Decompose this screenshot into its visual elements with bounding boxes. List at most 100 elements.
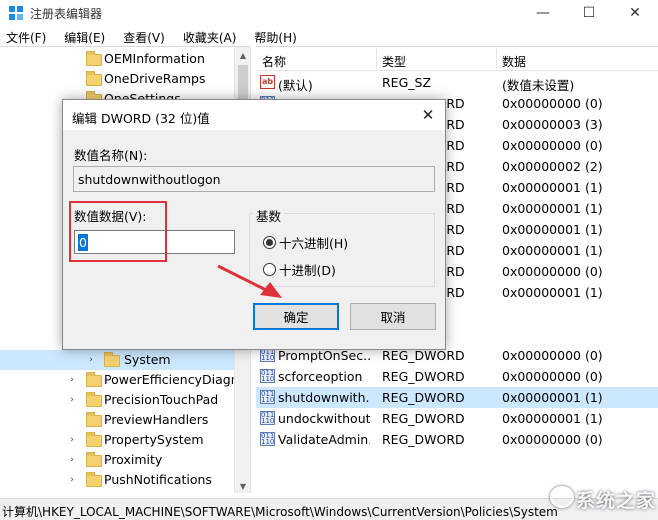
value-data: 0x00000000 (0) <box>502 348 603 363</box>
radio-decimal[interactable]: 十进制(D) <box>263 260 336 279</box>
registry-path: 计算机\HKEY_LOCAL_MACHINE\SOFTWARE\Microsof… <box>2 505 558 519</box>
tree-item[interactable]: OEMInformation <box>0 49 234 69</box>
value-data: (数值未设置) <box>502 78 575 93</box>
base-label: 基数 <box>253 206 285 225</box>
menu-favorites[interactable]: 收藏夹(A) <box>177 26 243 46</box>
value-data: 0x00000001 (1) <box>502 222 603 237</box>
value-data: 0x00000001 (1) <box>502 243 603 258</box>
value-data: 0x00000000 (0) <box>502 369 603 384</box>
tree-item[interactable]: › PropertySystem <box>0 430 234 450</box>
radio-dec-label: 十进制(D) <box>279 263 336 278</box>
tree-item[interactable]: › Proximity <box>0 450 234 470</box>
value-type: REG_DWORD <box>382 432 465 447</box>
chevron-right-icon[interactable]: › <box>67 470 77 490</box>
value-data: 0x00000001 (1) <box>502 180 603 195</box>
watermark-text: 系统之家 <box>576 490 657 512</box>
tree-item[interactable]: › PushNotifications <box>0 470 234 490</box>
folder-icon <box>104 352 120 367</box>
value-data: 0x00000001 (1) <box>502 201 603 216</box>
value-data: 0x00000000 (0) <box>502 264 603 279</box>
chevron-right-icon[interactable]: › <box>86 350 96 370</box>
folder-icon <box>86 51 102 66</box>
title-bar: 注册表编辑器 — ☐ ✕ <box>0 0 658 26</box>
chevron-right-icon[interactable]: › <box>67 450 77 470</box>
string-value-icon: ab <box>260 75 275 89</box>
tree-item[interactable]: OneDriveRamps <box>0 69 234 89</box>
value-name: scforceoption <box>278 369 363 384</box>
dialog-close-icon[interactable]: ✕ <box>417 105 439 125</box>
value-name: PromptOnSec... <box>278 348 370 363</box>
watermark-icon <box>550 486 574 508</box>
folder-icon <box>86 392 102 407</box>
tree-item[interactable]: › PrecisionTouchPad <box>0 390 234 410</box>
folder-icon <box>86 452 102 467</box>
value-type: REG_SZ <box>382 75 432 90</box>
column-data-header[interactable]: 数据 <box>502 53 526 70</box>
tree-item-label: PreviewHandlers <box>104 412 209 427</box>
window-title: 注册表编辑器 <box>30 7 103 21</box>
value-row[interactable]: 011110undockwithout... REG_DWORD 0x0000000… <box>256 408 658 429</box>
value-type: REG_DWORD <box>382 369 465 384</box>
tree-item[interactable]: › PowerEfficiencyDiagnostics <box>0 370 250 390</box>
menu-file[interactable]: 文件(F) <box>0 26 52 46</box>
value-data: 0x00000002 (2) <box>502 159 603 174</box>
tree-item-system[interactable]: › System <box>0 350 234 370</box>
value-name-field: shutdownwithoutlogon <box>73 166 435 192</box>
value-data: 0x00000000 (0) <box>502 96 603 111</box>
value-row[interactable]: ab (默认) REG_SZ (数值未设置) <box>256 72 658 93</box>
radio-checked-icon[interactable] <box>263 236 276 249</box>
tree-item-label: Proximity <box>104 452 163 467</box>
folder-icon <box>86 432 102 447</box>
menu-help[interactable]: 帮助(H) <box>248 26 302 46</box>
annotation-highlight-box <box>69 201 167 262</box>
maximize-button[interactable]: ☐ <box>566 0 612 26</box>
tree-item[interactable]: PreviewHandlers <box>0 410 234 430</box>
tree-item-label: PushNotifications <box>104 472 212 487</box>
dword-value-icon: 011110 <box>260 348 275 362</box>
dword-value-icon: 011110 <box>260 432 275 446</box>
menu-bar: 文件(F) 编辑(E) 查看(V) 收藏夹(A) 帮助(H) <box>0 26 658 46</box>
folder-icon <box>86 71 102 86</box>
radio-hex[interactable]: 十六进制(H) <box>263 233 348 252</box>
chevron-right-icon[interactable]: › <box>67 370 77 390</box>
value-data: 0x00000001 (1) <box>502 390 603 405</box>
tree-item-label: OEMInformation <box>104 51 205 66</box>
value-data: 0x00000003 (3) <box>502 117 603 132</box>
folder-icon <box>86 412 102 427</box>
tree-item-label: PropertySystem <box>104 432 204 447</box>
value-data: 0x00000000 (0) <box>502 138 603 153</box>
dword-value-icon: 011110 <box>260 411 275 425</box>
tree-item-label: PrecisionTouchPad <box>104 392 219 407</box>
radio-unchecked-icon[interactable] <box>263 263 276 276</box>
value-name: (默认) <box>278 78 313 93</box>
tree-item-label: OneDriveRamps <box>104 71 206 86</box>
value-name: shutdownwith... <box>278 390 370 405</box>
cancel-button[interactable]: 取消 <box>350 303 436 330</box>
chevron-right-icon[interactable]: › <box>67 390 77 410</box>
folder-icon <box>86 372 102 387</box>
value-type: REG_DWORD <box>382 411 465 426</box>
radio-hex-label: 十六进制(H) <box>279 236 349 251</box>
ok-button[interactable]: 确定 <box>253 303 339 330</box>
close-button[interactable]: ✕ <box>612 0 658 26</box>
value-data: 0x00000000 (0) <box>502 432 603 447</box>
value-row[interactable]: 011 110 ValidateAdmin... REG_DWORD 0x0000000… <box>256 429 658 450</box>
registry-editor-icon <box>9 6 23 20</box>
tree-item-label: PowerEfficiencyDiagnostics <box>104 372 250 387</box>
dialog-title: 编辑 DWORD (32 位)值 <box>72 111 210 126</box>
dword-value-icon: 011110 <box>260 369 275 383</box>
minimize-button[interactable]: — <box>520 0 566 26</box>
values-header: 名称 类型 数据 <box>256 47 658 71</box>
value-row[interactable]: 011 110 scforceoption REG_DWORD 0x00000000 (… <box>256 366 658 387</box>
value-name-label: 数值名称(N): <box>74 148 148 163</box>
dialog-title-bar: 编辑 DWORD (32 位)值 ✕ <box>63 100 445 130</box>
scroll-down-icon[interactable]: ▼ <box>235 478 250 493</box>
chevron-right-icon[interactable]: › <box>67 430 77 450</box>
value-row[interactable]: 011 110 shutdownwith... REG_DWORD 0x00000001… <box>256 387 658 408</box>
menu-view[interactable]: 查看(V) <box>117 26 171 46</box>
column-type-header[interactable]: 类型 <box>382 53 406 70</box>
scroll-up-icon[interactable]: ▲ <box>235 47 250 63</box>
menu-edit[interactable]: 编辑(E) <box>58 26 111 46</box>
column-name-header[interactable]: 名称 <box>262 53 286 70</box>
folder-icon <box>86 472 102 487</box>
